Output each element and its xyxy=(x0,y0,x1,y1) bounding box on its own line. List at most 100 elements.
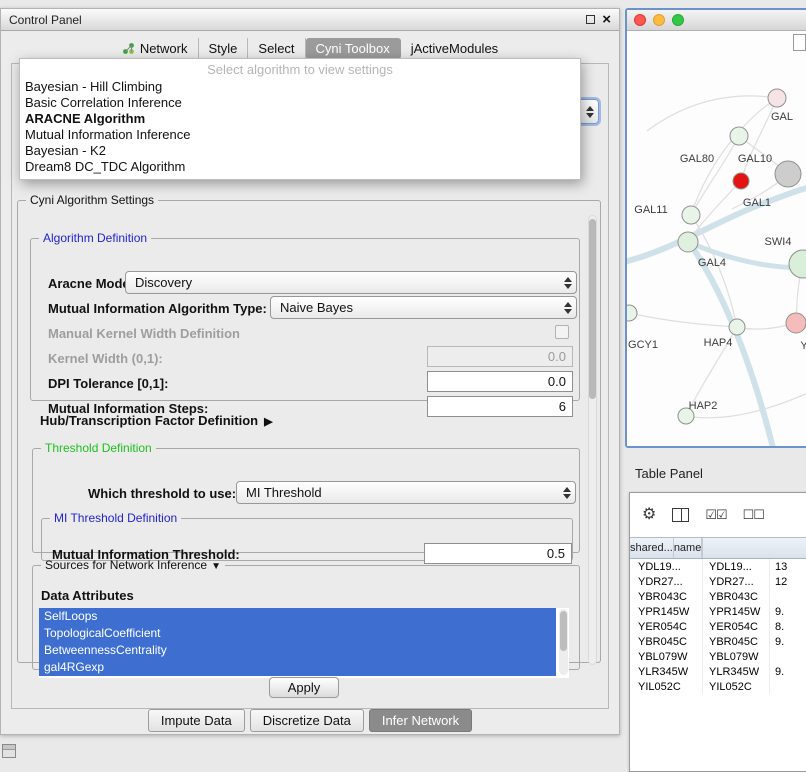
node-label: GAL80 xyxy=(680,153,714,165)
sources-legend[interactable]: Sources for Network Inference▼ xyxy=(41,558,225,572)
network-graph[interactable]: GALGAL80GAL10GAL11GAL1SWI4GAL4GCY1HAP4HA… xyxy=(627,31,806,446)
algorithm-option[interactable]: Bayesian - Hill Climbing xyxy=(20,79,580,95)
algorithm-option[interactable]: Basic Correlation Inference xyxy=(20,95,580,111)
bottom-tab-bar: Impute Data Discretize Data Infer Networ… xyxy=(1,709,619,732)
network-node[interactable] xyxy=(627,305,637,321)
network-canvas[interactable]: GALGAL80GAL10GAL11GAL1SWI4GAL4GCY1HAP4HA… xyxy=(627,31,806,446)
cell-name: YDL19... xyxy=(703,559,770,574)
mi-threshold-legend: MI Threshold Definition xyxy=(50,511,181,525)
table-row[interactable]: YLR345W YLR345W 9. xyxy=(630,664,806,679)
mi-algorithm-type-select[interactable]: Naive Bayes xyxy=(270,296,577,319)
birdseye-toggle[interactable] xyxy=(793,34,806,51)
panel-tab[interactable]: jActiveModules xyxy=(401,38,508,59)
network-node[interactable] xyxy=(733,173,749,189)
dpi-tolerance-field[interactable]: 0.0 xyxy=(427,371,573,392)
bottom-tab[interactable]: Impute Data xyxy=(148,709,245,732)
minimized-panel-icon[interactable] xyxy=(2,744,16,758)
network-node[interactable] xyxy=(729,319,745,335)
cell-name: YBR045C xyxy=(703,634,770,649)
settings-scrollbar[interactable] xyxy=(588,215,597,665)
network-view-window: GALGAL80GAL10GAL11GAL1SWI4GAL4GCY1HAP4HA… xyxy=(625,8,806,448)
network-node[interactable] xyxy=(789,250,806,278)
attribute-item[interactable]: gal4RGexp xyxy=(39,659,556,676)
mi-steps-field[interactable]: 6 xyxy=(427,396,573,417)
network-tab-icon xyxy=(122,42,135,55)
node-label: HAP2 xyxy=(689,400,718,412)
network-node[interactable] xyxy=(730,127,748,145)
tab-label: Network xyxy=(140,41,188,56)
close-traffic-light[interactable] xyxy=(634,14,646,26)
cell-shared-name: YPR145W xyxy=(630,604,703,619)
which-threshold-select[interactable]: MI Threshold xyxy=(236,481,576,504)
table-row[interactable]: YDL19... YDL19... 13 xyxy=(630,559,806,574)
data-attributes-list[interactable]: SelfLoops TopologicalCoefficient Between… xyxy=(39,608,569,678)
kernel-width-field[interactable]: 0.0 xyxy=(427,346,573,367)
table-row[interactable]: YPR145W YPR145W 9. xyxy=(630,604,806,619)
apply-button[interactable]: Apply xyxy=(269,677,339,698)
hub-factor-section-toggle[interactable]: Hub/Transcription Factor Definition▶ xyxy=(40,413,273,428)
table-row[interactable]: YER054C YER054C 8. xyxy=(630,619,806,634)
close-icon[interactable]: × xyxy=(602,12,611,27)
table-row[interactable]: YDR27... YDR27... 12 xyxy=(630,574,806,589)
node-label: GCY1 xyxy=(628,339,658,351)
table-body: YDL19... YDL19... 13 YDR27... YDR27... 1… xyxy=(630,559,806,694)
float-window-icon[interactable] xyxy=(586,15,595,24)
algorithm-dropdown-popup: Select algorithm to view settings Bayesi… xyxy=(19,58,581,180)
scrollbar-thumb[interactable] xyxy=(589,219,596,399)
panel-tab[interactable]: Cyni Toolbox xyxy=(306,38,401,59)
attribute-item[interactable]: SelfLoops xyxy=(39,608,556,625)
panel-tab[interactable]: Style xyxy=(199,38,249,59)
cell-shared-name: YDR27... xyxy=(630,574,703,589)
network-node[interactable] xyxy=(678,232,698,252)
tab-label: jActiveModules xyxy=(411,41,498,56)
minimize-traffic-light[interactable] xyxy=(653,14,665,26)
cell-name: YBR043C xyxy=(703,589,770,604)
deselect-all-columns-icon[interactable]: ☐☐ xyxy=(743,507,764,523)
network-node[interactable] xyxy=(775,161,801,187)
network-node[interactable] xyxy=(682,206,700,224)
dpi-tolerance-label: DPI Tolerance [0,1]: xyxy=(48,376,168,391)
cell-value: 12 xyxy=(770,574,806,589)
bottom-tab[interactable]: Discretize Data xyxy=(250,709,364,732)
kernel-width-label: Kernel Width (0,1): xyxy=(48,351,163,366)
show-columns-icon[interactable] xyxy=(672,508,689,522)
table-header-row: shared... name xyxy=(630,537,806,559)
cell-value xyxy=(770,679,806,694)
algorithm-option[interactable]: Bayesian - K2 xyxy=(20,143,580,159)
which-threshold-value: MI Threshold xyxy=(246,485,322,500)
window-controls: × xyxy=(586,12,611,27)
algorithm-option[interactable]: ARACNE Algorithm xyxy=(20,111,580,127)
stepper-icon xyxy=(564,277,572,289)
algorithm-definition-group: Algorithm Definition Aracne Mode: Discov… xyxy=(30,231,580,401)
table-row[interactable]: YBL079W YBL079W xyxy=(630,649,806,664)
network-node[interactable] xyxy=(786,313,806,333)
dropdown-placeholder-option[interactable]: Select algorithm to view settings xyxy=(20,61,580,79)
cell-value: 13 xyxy=(770,559,806,574)
zoom-traffic-light[interactable] xyxy=(672,14,684,26)
table-row[interactable]: YBR043C YBR043C xyxy=(630,589,806,604)
panel-tab[interactable]: Network xyxy=(112,38,199,59)
settings-gear-icon[interactable]: ⚙ xyxy=(642,507,656,523)
column-header[interactable] xyxy=(702,538,703,558)
algorithm-option[interactable]: Mutual Information Inference xyxy=(20,127,580,143)
algorithm-option[interactable]: Dream8 DC_TDC Algorithm xyxy=(20,159,580,175)
network-node[interactable] xyxy=(768,89,786,107)
table-panel-title: Table Panel xyxy=(635,466,703,481)
manual-kernel-width-checkbox[interactable] xyxy=(555,325,569,339)
select-all-columns-icon[interactable]: ☑☑ xyxy=(705,507,726,523)
table-row[interactable]: YBR045C YBR045C 9. xyxy=(630,634,806,649)
table-row[interactable]: YIL052C YIL052C xyxy=(630,679,806,694)
column-header[interactable]: name xyxy=(674,538,703,558)
scrollbar-thumb[interactable] xyxy=(560,611,567,651)
control-panel-titlebar[interactable]: Control Panel × xyxy=(1,9,619,31)
network-window-titlebar[interactable] xyxy=(627,10,806,31)
column-header[interactable]: shared... xyxy=(630,538,674,558)
bottom-tab[interactable]: Infer Network xyxy=(369,709,472,732)
panel-tab[interactable]: Select xyxy=(248,38,305,59)
attribute-item[interactable]: BetweennessCentrality xyxy=(39,642,556,659)
attribute-item[interactable]: TopologicalCoefficient xyxy=(39,625,556,642)
dropdown-option-list: Bayesian - Hill Climbing Basic Correlati… xyxy=(20,79,580,175)
cell-value: 9. xyxy=(770,664,806,679)
aracne-mode-select[interactable]: Discovery xyxy=(125,271,577,294)
list-scrollbar[interactable] xyxy=(559,609,568,675)
